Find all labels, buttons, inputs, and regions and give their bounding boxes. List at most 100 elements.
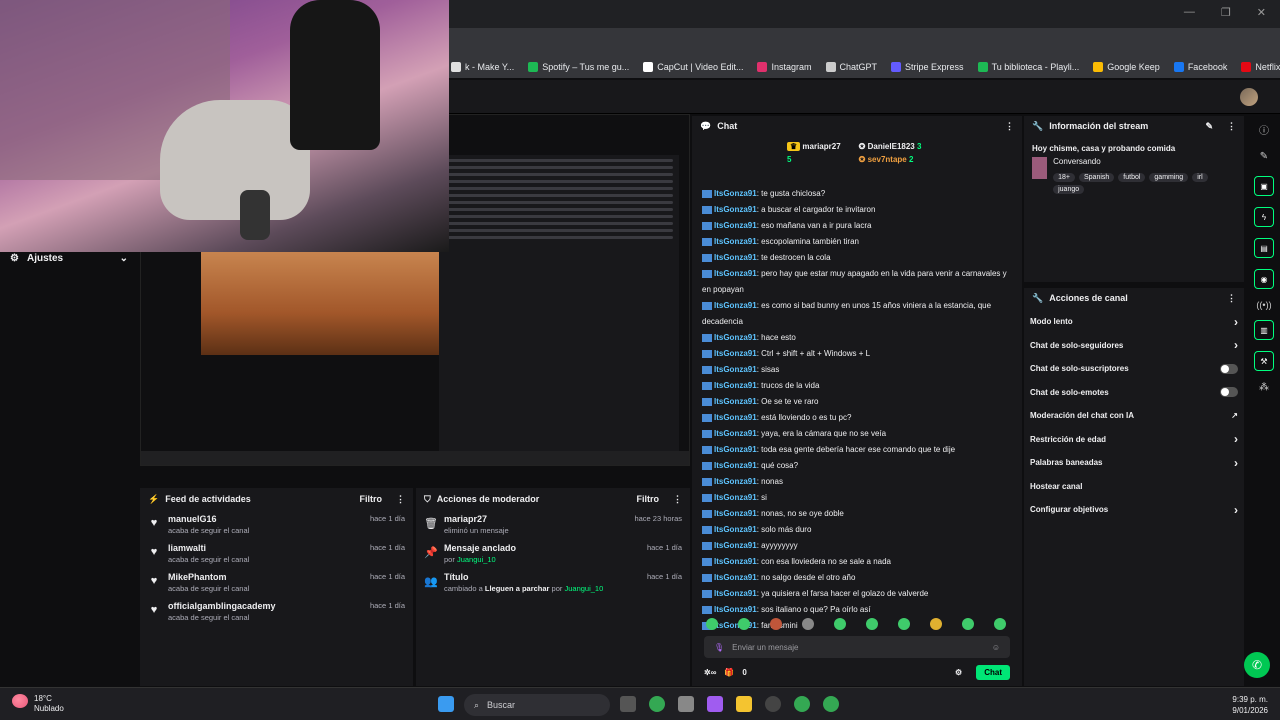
- chat-username[interactable]: ItsGonza91: [714, 349, 757, 358]
- copilot-icon[interactable]: [707, 696, 723, 712]
- mod-sub-user[interactable]: Juangui_10: [457, 555, 496, 564]
- ajustes-header[interactable]: ⚙ Ajustes ⌄: [0, 248, 138, 268]
- assistant-button[interactable]: ✆: [1244, 652, 1270, 678]
- more-icon[interactable]: ⋮: [1005, 121, 1014, 132]
- mod-item[interactable]: 👥 Título cambiado a Lleguen a parchar po…: [416, 568, 690, 597]
- emote-icon[interactable]: [834, 618, 846, 630]
- emote-icon[interactable]: [930, 618, 942, 630]
- chat-message[interactable]: ItsGonza91: nonas, no se oye doble: [702, 506, 1012, 522]
- note-icon[interactable]: ▤: [1254, 238, 1274, 258]
- bookmark-item[interactable]: Stripe Express: [891, 62, 964, 72]
- chat-username[interactable]: ItsGonza91: [714, 461, 757, 470]
- emote-icon[interactable]: [738, 618, 750, 630]
- bolt-icon[interactable]: ϟ: [1254, 207, 1274, 227]
- broadcast-icon[interactable]: ((•)): [1248, 300, 1280, 310]
- chat-message[interactable]: ItsGonza91: Ctrl + shift + alt + Windows…: [702, 346, 1012, 362]
- bookmark-item[interactable]: ChatGPT: [825, 62, 877, 72]
- channel-action-item[interactable]: Moderación del chat con IA ↗: [1024, 404, 1244, 428]
- maximize-icon[interactable]: ❐: [1221, 6, 1231, 19]
- emoji-icon[interactable]: ☺: [992, 643, 1000, 652]
- emote-icon[interactable]: [994, 618, 1006, 630]
- more-icon[interactable]: ⋮: [396, 494, 405, 505]
- stream-tag[interactable]: futbol: [1118, 173, 1146, 182]
- edit-icon[interactable]: ✎: [1205, 121, 1213, 132]
- bookmark-item[interactable]: k - Make Y...: [451, 62, 514, 72]
- stream-tag[interactable]: irl: [1192, 173, 1208, 182]
- settings-icon[interactable]: ⚙: [955, 668, 962, 677]
- chat-message[interactable]: ItsGonza91: pero hay que estar muy apaga…: [702, 266, 1012, 298]
- info-icon[interactable]: ⓘ: [1248, 122, 1280, 137]
- toggle-switch[interactable]: [1220, 387, 1238, 398]
- feed-item[interactable]: ♥ MikePhantom acaba de seguir el canal h…: [140, 568, 413, 597]
- chat-username[interactable]: ItsGonza91: [714, 413, 757, 422]
- emote-icon[interactable]: [706, 618, 718, 630]
- layout-icon[interactable]: ▥: [1254, 320, 1274, 340]
- chat-message[interactable]: ItsGonza91: no salgo desde el otro año: [702, 570, 1012, 586]
- bookmark-item[interactable]: Netflix: [1241, 62, 1280, 72]
- send-chat-button[interactable]: Chat: [976, 664, 1010, 680]
- chat-username[interactable]: ItsGonza91: [714, 429, 757, 438]
- chat-message[interactable]: ItsGonza91: si: [702, 490, 1012, 506]
- leader-2[interactable]: DanielE1823: [868, 142, 915, 151]
- chat-username[interactable]: ItsGonza91: [714, 605, 757, 614]
- bookmark-item[interactable]: Facebook: [1173, 62, 1227, 72]
- app-icon[interactable]: [765, 696, 781, 712]
- stream-tag[interactable]: juango: [1053, 185, 1085, 194]
- chat-username[interactable]: ItsGonza91: [714, 589, 757, 598]
- emote-icon[interactable]: [898, 618, 910, 630]
- chat-username[interactable]: ItsGonza91: [714, 221, 757, 230]
- chat-username[interactable]: ItsGonza91: [714, 253, 757, 262]
- stream-tag[interactable]: gamming: [1149, 173, 1189, 182]
- chat-username[interactable]: ItsGonza91: [714, 509, 757, 518]
- mod-item[interactable]: 📌 Mensaje anclado por Juangui_10 hace 1 …: [416, 539, 690, 568]
- channel-action-item[interactable]: Chat de solo-suscriptores: [1024, 357, 1244, 381]
- chrome-icon[interactable]: [649, 696, 665, 712]
- pencil-icon[interactable]: ✎: [1248, 151, 1280, 162]
- chat-input[interactable]: 🎙 Enviar un mensaje ☺: [704, 636, 1010, 658]
- store-icon[interactable]: [678, 696, 694, 712]
- feed-filter-button[interactable]: Filtro: [360, 494, 383, 504]
- chat-message[interactable]: ItsGonza91: toda esa gente debería hacer…: [702, 442, 1012, 458]
- more-icon[interactable]: ⋮: [1227, 293, 1236, 304]
- channel-action-item[interactable]: Restricción de edad ›: [1024, 428, 1244, 452]
- chat-message[interactable]: ItsGonza91: eso mañana van a ir pura lac…: [702, 218, 1012, 234]
- chat-message[interactable]: ItsGonza91: te destrocen la cola: [702, 250, 1012, 266]
- emote-icon[interactable]: [962, 618, 974, 630]
- chat-username[interactable]: ItsGonza91: [714, 397, 757, 406]
- chat-username[interactable]: ItsGonza91: [714, 189, 757, 198]
- taskbar-clock[interactable]: 9:39 p. m. 9/01/2026: [1232, 694, 1268, 716]
- bookmark-item[interactable]: Instagram: [757, 62, 812, 72]
- more-icon[interactable]: ⋮: [1227, 121, 1236, 132]
- taskview-icon[interactable]: [620, 696, 636, 712]
- chat-message[interactable]: ItsGonza91: Oe se te ve raro: [702, 394, 1012, 410]
- stream-tag[interactable]: 18+: [1053, 173, 1075, 182]
- chat-username[interactable]: ItsGonza91: [714, 525, 757, 534]
- nodes-icon[interactable]: ⁂: [1248, 382, 1280, 393]
- chat-message[interactable]: ItsGonza91: sos italiano o que? Pa oírlo…: [702, 602, 1012, 618]
- chat-message[interactable]: ItsGonza91: con esa lloviedera no se sal…: [702, 554, 1012, 570]
- toggle-switch[interactable]: [1220, 363, 1238, 374]
- chat-icon[interactable]: ◉: [1254, 269, 1274, 289]
- feed-item[interactable]: ♥ officialgamblingacademy acaba de segui…: [140, 597, 413, 626]
- camera-icon[interactable]: ▣: [1254, 176, 1274, 196]
- chat-message[interactable]: ItsGonza91: solo más duro: [702, 522, 1012, 538]
- chat-username[interactable]: ItsGonza91: [714, 381, 757, 390]
- chat-username[interactable]: ItsGonza91: [714, 573, 757, 582]
- chat-username[interactable]: ItsGonza91: [714, 237, 757, 246]
- chat-message[interactable]: ItsGonza91: ya quisiera el farsa hacer e…: [702, 586, 1012, 602]
- channel-action-item[interactable]: Hostear canal: [1024, 475, 1244, 499]
- chat-message[interactable]: ItsGonza91: yaya, era la cámara que no s…: [702, 426, 1012, 442]
- chat-username[interactable]: ItsGonza91: [714, 445, 757, 454]
- chat-username[interactable]: ItsGonza91: [714, 301, 757, 310]
- mod-item[interactable]: 🗑 mariapr27 eliminó un mensaje hace 23 h…: [416, 510, 690, 539]
- chat-message[interactable]: ItsGonza91: hace esto: [702, 330, 1012, 346]
- stream-tag[interactable]: Spanish: [1078, 173, 1115, 182]
- channel-action-item[interactable]: Palabras baneadas ›: [1024, 451, 1244, 475]
- chat-message[interactable]: ItsGonza91: ayyyyyyyy: [702, 538, 1012, 554]
- chat-message[interactable]: ItsGonza91: qué cosa?: [702, 458, 1012, 474]
- chat-username[interactable]: ItsGonza91: [714, 477, 757, 486]
- chat-message[interactable]: ItsGonza91: nonas: [702, 474, 1012, 490]
- emote-icon[interactable]: [802, 618, 814, 630]
- bookmark-item[interactable]: Google Keep: [1093, 62, 1160, 72]
- mod-filter-button[interactable]: Filtro: [637, 494, 660, 504]
